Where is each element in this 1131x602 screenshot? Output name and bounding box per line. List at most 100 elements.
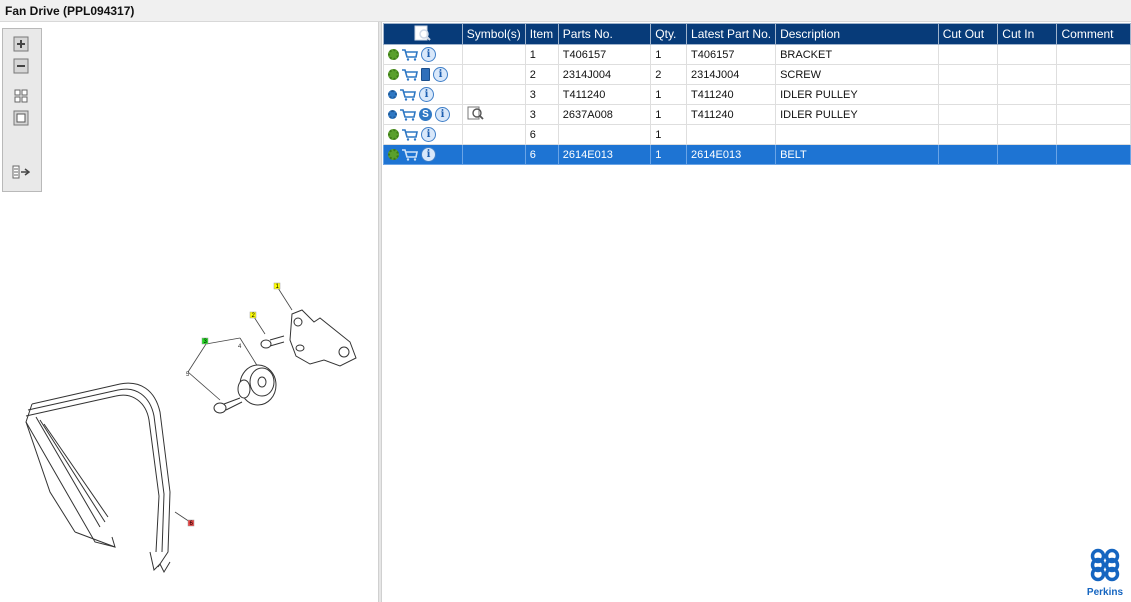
column-header-cut-out[interactable]: Cut Out <box>937 23 999 45</box>
zoom-in-button[interactable] <box>12 35 30 53</box>
table-row[interactable]: Si 3 2637A008 1 T411240 IDLER PULLEY <box>383 104 1131 125</box>
brand-name: Perkins <box>1086 587 1124 598</box>
qty-cell: 2 <box>650 64 688 85</box>
column-header-item[interactable]: Item <box>524 23 559 45</box>
window-title: Fan Drive (PPL094317) <box>5 4 135 18</box>
row-actions: i <box>383 144 463 165</box>
latest-part-cell <box>686 124 777 145</box>
gear-icon[interactable] <box>388 49 399 60</box>
row-actions: i <box>383 124 463 145</box>
cart-icon[interactable] <box>400 108 416 121</box>
parts-no-cell: T406157 <box>557 44 652 65</box>
item-cell: 3 <box>524 104 559 125</box>
info-icon[interactable]: i <box>421 147 436 162</box>
fit-all-button[interactable] <box>12 87 30 105</box>
cut-in-cell <box>997 144 1058 165</box>
symbols-cell <box>461 44 526 65</box>
table-row[interactable]: i 2 2314J004 2 2314J004 SCREW <box>383 64 1131 85</box>
description-cell: IDLER PULLEY <box>775 84 939 105</box>
description-cell: BRACKET <box>775 44 939 65</box>
column-header-qty[interactable]: Qty. <box>650 23 688 45</box>
cut-out-cell <box>937 104 999 125</box>
drawing-pane[interactable]: 1 2 3 4 5 6 <box>0 22 378 602</box>
table-row[interactable]: i 1 T406157 1 T406157 BRACKET <box>383 44 1131 65</box>
cut-out-cell <box>937 144 999 165</box>
row-actions: i <box>383 84 463 105</box>
minus-icon <box>13 58 29 74</box>
panel-toggle-button[interactable] <box>12 163 30 181</box>
cut-in-cell <box>997 64 1058 85</box>
cut-in-cell <box>997 44 1058 65</box>
comment-cell <box>1056 64 1131 85</box>
qty-cell: 1 <box>650 104 688 125</box>
latest-part-cell: 2614E013 <box>686 144 777 165</box>
qty-cell: 1 <box>650 124 688 145</box>
comment-cell <box>1056 124 1131 145</box>
cart-icon[interactable] <box>402 128 418 141</box>
description-cell: SCREW <box>775 64 939 85</box>
cut-out-cell <box>937 84 999 105</box>
gear-icon[interactable] <box>388 129 399 140</box>
cut-in-cell <box>997 104 1058 125</box>
book-icon[interactable] <box>421 68 430 81</box>
parts-no-cell: 2314J004 <box>557 64 652 85</box>
gears-icon[interactable] <box>388 90 397 99</box>
symbols-cell <box>461 64 526 85</box>
qty-cell: 1 <box>650 144 688 165</box>
cut-out-cell <box>937 124 999 145</box>
cart-icon[interactable] <box>402 48 418 61</box>
find-in-drawing-icon[interactable] <box>467 106 485 120</box>
zoom-out-button[interactable] <box>12 57 30 75</box>
info-icon[interactable]: i <box>421 127 436 142</box>
info-icon[interactable]: i <box>421 47 436 62</box>
table-row[interactable]: i 6 1 <box>383 124 1131 145</box>
exploded-diagram: 1 2 3 4 5 6 <box>25 282 357 574</box>
cut-in-cell <box>997 124 1058 145</box>
comment-cell <box>1056 44 1131 65</box>
fit-window-button[interactable] <box>12 109 30 127</box>
cart-icon[interactable] <box>400 88 416 101</box>
comment-cell <box>1056 144 1131 165</box>
gear-icon[interactable] <box>388 149 399 160</box>
callout-4[interactable]: 4 <box>238 344 242 350</box>
column-header-description[interactable]: Description <box>775 23 939 45</box>
table-row[interactable]: i 3 T411240 1 T411240 IDLER PULLEY <box>383 84 1131 105</box>
item-cell: 6 <box>524 144 559 165</box>
column-header-comment[interactable]: Comment <box>1056 23 1131 45</box>
square-icon <box>13 110 29 126</box>
plus-icon <box>13 36 29 52</box>
viewer-toolbar <box>2 28 42 192</box>
table-row-selected[interactable]: i 6 2614E013 1 2614E013 BELT <box>383 144 1131 165</box>
row-actions: i <box>383 64 463 85</box>
symbols-cell <box>461 104 526 125</box>
cut-out-cell <box>937 44 999 65</box>
column-header-cut-in[interactable]: Cut In <box>997 23 1058 45</box>
info-icon[interactable]: i <box>433 67 448 82</box>
column-header-actions[interactable] <box>383 23 463 45</box>
qty-cell: 1 <box>650 84 688 105</box>
item-cell: 2 <box>524 64 559 85</box>
cart-icon[interactable] <box>402 148 418 161</box>
symbols-cell <box>461 124 526 145</box>
gear-icon[interactable] <box>388 69 399 80</box>
description-cell: BELT <box>775 144 939 165</box>
latest-part-cell: T406157 <box>686 44 777 65</box>
info-icon[interactable]: i <box>435 107 450 122</box>
cut-in-cell <box>997 84 1058 105</box>
table-header: Symbol(s) Item Parts No. Qty. Latest Par… <box>383 23 1131 45</box>
column-header-latest-part-no[interactable]: Latest Part No. <box>686 23 777 45</box>
supersession-icon[interactable]: S <box>419 108 432 121</box>
search-parts-icon <box>414 25 431 41</box>
gears-icon[interactable] <box>388 110 397 119</box>
symbols-cell <box>461 84 526 105</box>
cut-out-cell <box>937 64 999 85</box>
column-header-symbols[interactable]: Symbol(s) <box>461 23 526 45</box>
perkins-logo: Perkins <box>1085 548 1125 598</box>
cart-icon[interactable] <box>402 68 418 81</box>
info-icon[interactable]: i <box>419 87 434 102</box>
column-header-parts-no[interactable]: Parts No. <box>557 23 652 45</box>
row-actions: Si <box>383 104 463 125</box>
parts-no-cell: T411240 <box>557 84 652 105</box>
description-cell <box>775 124 939 145</box>
parts-no-cell: 2614E013 <box>557 144 652 165</box>
